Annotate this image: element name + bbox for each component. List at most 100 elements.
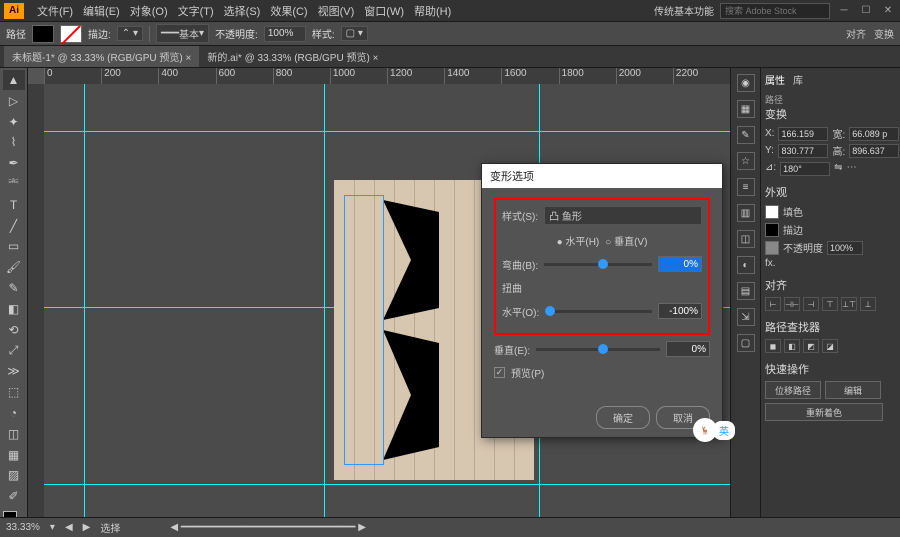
artboard-nav-prev[interactable]: ◀ xyxy=(65,522,73,533)
magic-wand-tool[interactable]: ✦ xyxy=(3,112,25,132)
vertical-radio[interactable]: ○ 垂直(V) xyxy=(605,233,647,248)
curvature-tool[interactable]: ⎃ xyxy=(3,174,25,194)
y-input[interactable] xyxy=(778,144,828,158)
mesh-tool[interactable]: ▦ xyxy=(3,445,25,465)
close-icon[interactable]: × xyxy=(373,53,379,64)
align-left-button[interactable]: ⊢ xyxy=(765,297,781,311)
vertical-ruler[interactable] xyxy=(28,84,44,533)
fill-swatch[interactable] xyxy=(32,25,54,43)
h-input[interactable] xyxy=(849,144,899,158)
unite-button[interactable]: ◼ xyxy=(765,339,781,353)
align-center-h-button[interactable]: ⊣⊢ xyxy=(784,297,800,311)
doc-tab-2[interactable]: 新的.ai* @ 33.33% (RGB/GPU 预览) × xyxy=(199,46,386,67)
artboards-panel-icon[interactable]: ▢ xyxy=(737,334,755,352)
opacity-swatch[interactable] xyxy=(765,241,779,255)
eraser-tool[interactable]: ◧ xyxy=(3,299,25,319)
layers-panel-icon[interactable]: ▤ xyxy=(737,282,755,300)
artboard-nav-next[interactable]: ▶ xyxy=(83,522,91,533)
width-tool[interactable]: ≫ xyxy=(3,361,25,381)
scale-tool[interactable]: ⤢ xyxy=(3,341,25,361)
vertical-distort-input[interactable] xyxy=(666,341,710,357)
rotate-tool[interactable]: ⟲ xyxy=(3,320,25,340)
align-right-button[interactable]: ⊣ xyxy=(803,297,819,311)
pen-tool[interactable]: ✒ xyxy=(3,153,25,173)
style-dropdown[interactable]: ▢ ▾ xyxy=(341,26,368,41)
recolor-button[interactable]: 重新着色 xyxy=(765,403,883,421)
fx-button[interactable]: fx. xyxy=(765,258,776,269)
fill-swatch[interactable] xyxy=(765,205,779,219)
close-icon[interactable]: × xyxy=(186,53,192,64)
align-center-v-button[interactable]: ⊥⊤ xyxy=(841,297,857,311)
align-button[interactable]: 对齐 xyxy=(846,26,866,41)
color-panel-icon[interactable]: ◉ xyxy=(737,74,755,92)
stroke-weight-dropdown[interactable]: ⌃ ▾ xyxy=(117,26,143,41)
libraries-tab[interactable]: 库 xyxy=(793,72,803,87)
menu-type[interactable]: 文字(T) xyxy=(173,3,219,19)
line-tool[interactable]: ╱ xyxy=(3,216,25,236)
stroke-swatch[interactable] xyxy=(60,25,82,43)
symbols-panel-icon[interactable]: ☆ xyxy=(737,152,755,170)
bend-slider[interactable] xyxy=(544,263,652,266)
bend-input[interactable] xyxy=(658,256,702,272)
free-transform-tool[interactable]: ⬚ xyxy=(3,382,25,402)
perspective-tool[interactable]: ◫ xyxy=(3,424,25,444)
properties-tab[interactable]: 属性 xyxy=(765,72,785,87)
menu-file[interactable]: 文件(F) xyxy=(32,3,78,19)
brush-dropdown[interactable]: ━━━ 基本 ▾ xyxy=(156,24,209,43)
close-button[interactable]: ✕ xyxy=(880,4,896,18)
selection-tool[interactable]: ▲ xyxy=(3,70,25,90)
stroke-panel-icon[interactable]: ≡ xyxy=(737,178,755,196)
swatches-panel-icon[interactable]: ▦ xyxy=(737,100,755,118)
intersect-button[interactable]: ◩ xyxy=(803,339,819,353)
horizontal-radio[interactable]: ● 水平(H) xyxy=(557,233,600,248)
type-tool[interactable]: T xyxy=(3,195,25,215)
guide-horizontal[interactable] xyxy=(44,484,730,485)
paintbrush-tool[interactable]: 🖌 xyxy=(3,257,25,277)
minus-front-button[interactable]: ◧ xyxy=(784,339,800,353)
guide-vertical[interactable] xyxy=(324,84,325,533)
angle-input[interactable] xyxy=(780,162,830,176)
x-input[interactable] xyxy=(778,127,828,141)
menu-window[interactable]: 窗口(W) xyxy=(359,3,409,19)
opacity-input[interactable] xyxy=(264,26,306,42)
flip-h-icon[interactable]: ⇋ xyxy=(834,162,842,176)
selection-bounds[interactable] xyxy=(344,195,384,465)
shape-builder-tool[interactable]: ◔ xyxy=(3,403,25,423)
ok-button[interactable]: 确定 xyxy=(596,406,650,429)
more-options-icon[interactable]: ⋯ xyxy=(847,162,857,176)
guide-vertical[interactable] xyxy=(84,84,85,533)
dialog-title[interactable]: 变形选项 xyxy=(482,164,722,188)
align-top-button[interactable]: ⊤ xyxy=(822,297,838,311)
direct-selection-tool[interactable]: ▷ xyxy=(3,91,25,111)
zoom-level[interactable]: 33.33% xyxy=(6,522,40,533)
preview-checkbox[interactable]: ✓ xyxy=(494,367,505,378)
opacity-input[interactable] xyxy=(827,241,863,255)
horizontal-ruler[interactable]: 0200400600800100012001400160018002000220… xyxy=(44,68,730,84)
zoom-dropdown-icon[interactable]: ▾ xyxy=(50,522,55,533)
search-input[interactable] xyxy=(720,3,830,19)
menu-effect[interactable]: 效果(C) xyxy=(265,3,312,19)
transparency-panel-icon[interactable]: ◫ xyxy=(737,230,755,248)
brushes-panel-icon[interactable]: ✎ xyxy=(737,126,755,144)
w-input[interactable] xyxy=(849,127,899,141)
minimize-button[interactable]: ─ xyxy=(836,4,852,18)
scrollbar-horizontal[interactable]: ◀ ━━━━━━━━━━━━━━━━━━━━━━━━━━━━━ ▶ xyxy=(170,522,366,533)
appearance-panel-icon[interactable]: ◐ xyxy=(737,256,755,274)
align-bottom-button[interactable]: ⊥ xyxy=(860,297,876,311)
transform-button[interactable]: 变换 xyxy=(874,26,894,41)
menu-help[interactable]: 帮助(H) xyxy=(409,3,456,19)
maximize-button[interactable]: ☐ xyxy=(858,4,874,18)
vertical-distort-slider[interactable] xyxy=(536,348,660,351)
rectangle-tool[interactable]: ▭ xyxy=(3,237,25,257)
menu-edit[interactable]: 编辑(E) xyxy=(78,3,125,19)
gradient-panel-icon[interactable]: ▥ xyxy=(737,204,755,222)
menu-view[interactable]: 视图(V) xyxy=(313,3,360,19)
warp-style-dropdown[interactable]: 凸 鱼形 xyxy=(544,206,702,225)
exclude-button[interactable]: ◪ xyxy=(822,339,838,353)
asset-export-panel-icon[interactable]: ⇲ xyxy=(737,308,755,326)
doc-tab-1[interactable]: 未标题-1* @ 33.33% (RGB/GPU 预览) × xyxy=(4,46,199,67)
guide-horizontal[interactable] xyxy=(44,131,730,132)
ime-badge[interactable]: 英 xyxy=(713,421,735,440)
horizontal-distort-input[interactable] xyxy=(658,303,702,319)
offset-path-button[interactable]: 位移路径 xyxy=(765,381,821,399)
